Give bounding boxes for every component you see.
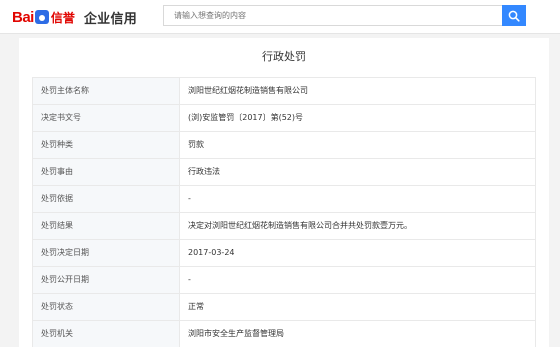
logo-text-bai: Bai	[12, 8, 34, 26]
table-row: 处罚公开日期 -	[33, 267, 536, 294]
row-label: 处罚事由	[33, 159, 180, 185]
page-title: 行政处罚	[262, 50, 306, 63]
row-value: 2017-03-24	[180, 240, 536, 266]
row-label: 处罚依据	[33, 186, 180, 212]
table-row: 处罚机关 浏阳市安全生产监督管理局	[33, 321, 536, 347]
search-input[interactable]	[163, 5, 502, 26]
logo-text-enterprise-credit: 企业信用	[83, 11, 138, 27]
top-bar: Bai 信誉 企业信用	[0, 0, 560, 34]
row-value: -	[180, 267, 536, 293]
table-row: 处罚结果 决定对浏阳世纪红烟花制造销售有限公司合并共处罚款壹万元。	[33, 213, 536, 240]
table-row: 处罚依据 -	[33, 186, 536, 213]
logo-text-xin: 信誉	[50, 10, 75, 25]
row-label: 处罚机关	[33, 321, 180, 347]
row-value: 决定对浏阳世纪红烟花制造销售有限公司合并共处罚款壹万元。	[180, 213, 536, 239]
search-button[interactable]	[502, 5, 526, 26]
row-label: 处罚主体名称	[33, 78, 180, 104]
table-row: 处罚状态 正常	[33, 294, 536, 321]
row-value: 浏阳市安全生产监督管理局	[180, 321, 536, 347]
row-value: 罚款	[180, 132, 536, 158]
table-row: 处罚决定日期 2017-03-24	[33, 240, 536, 267]
row-label: 决定书文号	[33, 105, 180, 131]
row-label: 处罚状态	[33, 294, 180, 320]
baidu-xinyu-logo[interactable]: Bai 信誉 企业信用	[12, 8, 138, 27]
paw-icon	[34, 10, 49, 24]
row-value: (浏)安监管罚〔2017〕第(52)号	[180, 105, 536, 131]
row-value: 正常	[180, 294, 536, 320]
table-row: 决定书文号 (浏)安监管罚〔2017〕第(52)号	[33, 105, 536, 132]
table-row: 处罚主体名称 浏阳世纪红烟花制造销售有限公司	[33, 78, 536, 105]
row-label: 处罚结果	[33, 213, 180, 239]
row-label: 处罚决定日期	[33, 240, 180, 266]
penalty-detail-table: 处罚主体名称 浏阳世纪红烟花制造销售有限公司 决定书文号 (浏)安监管罚〔201…	[32, 77, 536, 347]
row-label: 处罚种类	[33, 132, 180, 158]
row-value: 浏阳世纪红烟花制造销售有限公司	[180, 78, 536, 104]
row-value: -	[180, 186, 536, 212]
row-label: 处罚公开日期	[33, 267, 180, 293]
table-row: 处罚种类 罚款	[33, 132, 536, 159]
penalty-panel: 行政处罚 处罚主体名称 浏阳世纪红烟花制造销售有限公司 决定书文号 (浏)安监管…	[19, 38, 549, 347]
table-row: 处罚事由 行政违法	[33, 159, 536, 186]
search-icon	[508, 10, 520, 22]
row-value: 行政违法	[180, 159, 536, 185]
